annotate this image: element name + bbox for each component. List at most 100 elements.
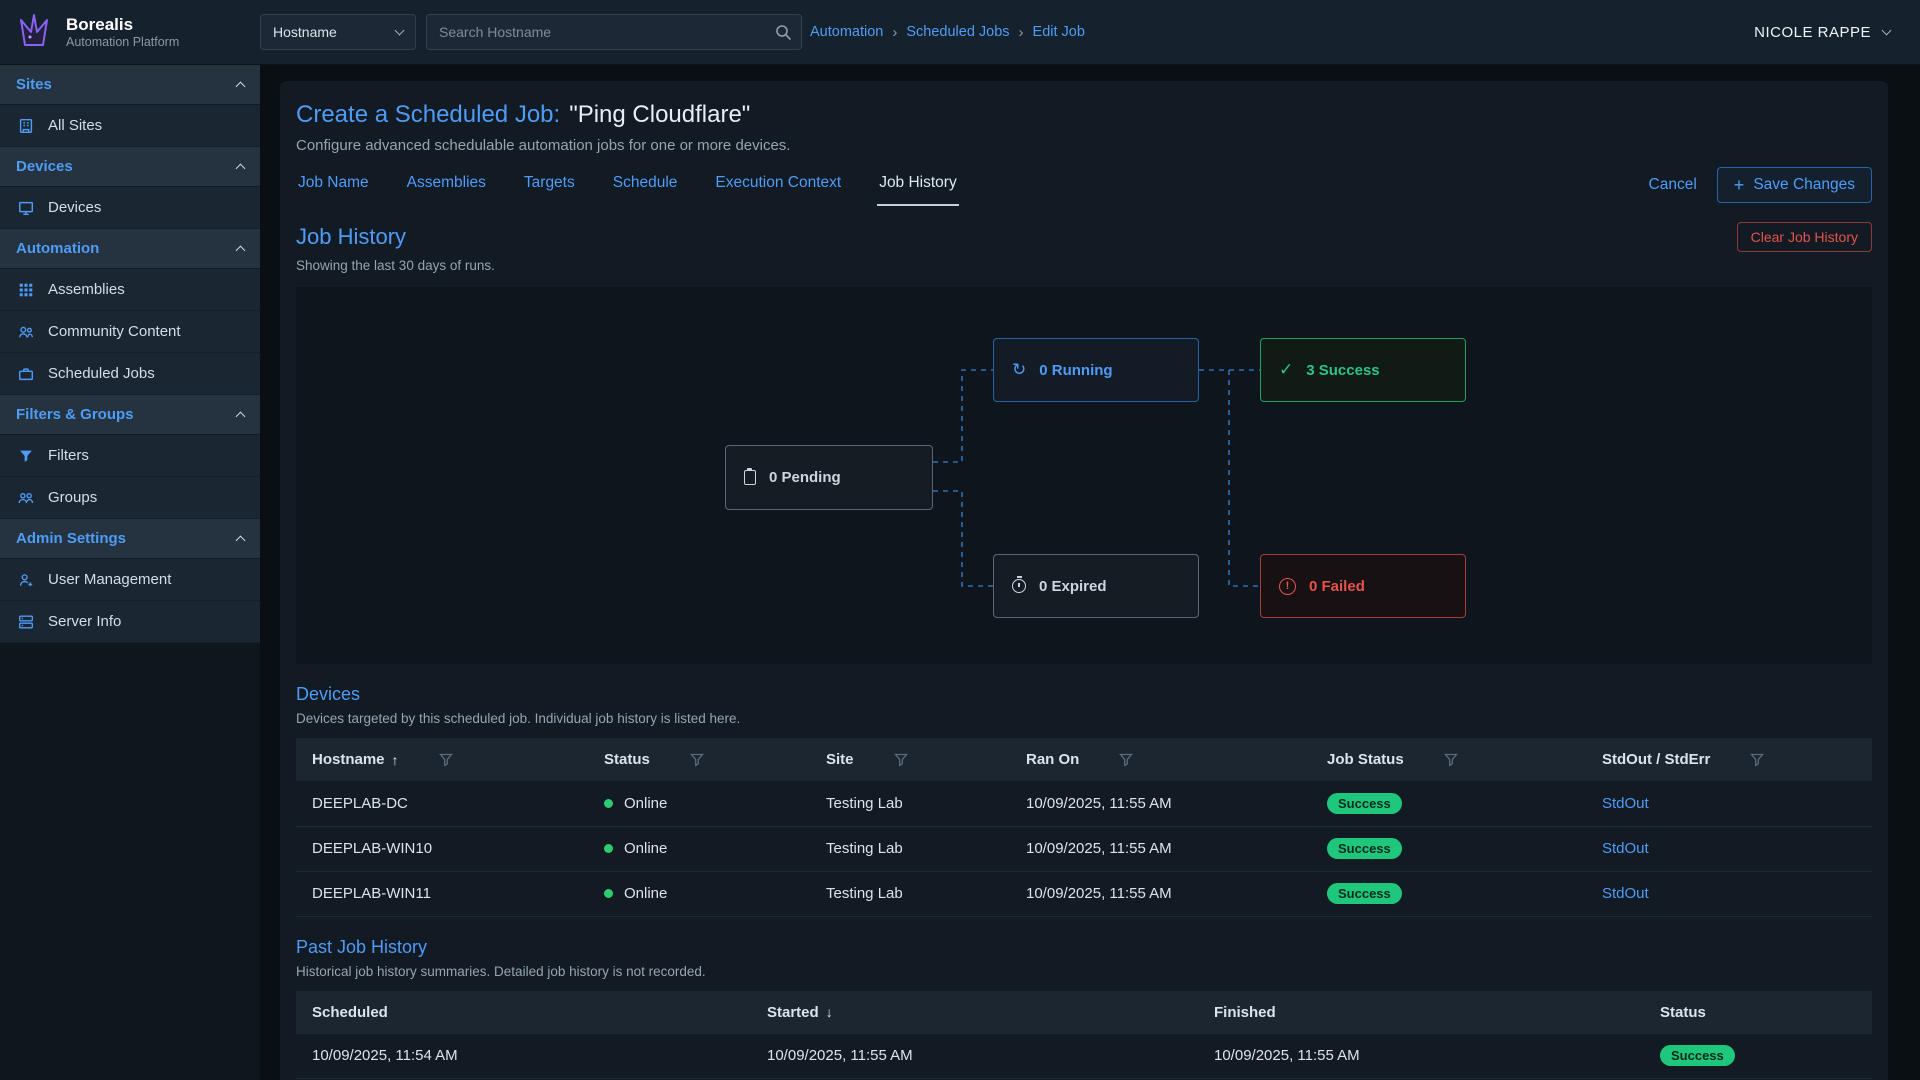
status-badge: Success — [1327, 838, 1402, 859]
filter-icon — [17, 447, 35, 465]
main-content: Create a Scheduled Job:"Ping Cloudflare"… — [260, 65, 1920, 1080]
stdout-link[interactable]: StdOut — [1602, 885, 1649, 902]
tab-job-name[interactable]: Job Name — [296, 164, 371, 206]
sidebar-item-scheduled-jobs[interactable]: Scheduled Jobs — [0, 353, 260, 395]
col-job-status[interactable]: Job Status — [1311, 738, 1586, 781]
hostname-select[interactable]: Hostname — [260, 14, 416, 50]
running-node: ↻ 0 Running — [993, 338, 1199, 402]
tab-targets[interactable]: Targets — [522, 164, 577, 206]
breadcrumb-scheduled-jobs[interactable]: Scheduled Jobs — [906, 24, 1009, 40]
cell-scheduled: 10/09/2025, 11:54 AM — [296, 1034, 751, 1079]
table-row: 10/09/2025, 11:54 AM 10/09/2025, 11:55 A… — [296, 1034, 1872, 1079]
sidebar-item-groups[interactable]: Groups — [0, 477, 260, 519]
col-ran-on[interactable]: Ran On — [1010, 738, 1311, 781]
breadcrumb-separator: › — [892, 24, 897, 41]
status-badge: Success — [1327, 793, 1402, 814]
server-icon — [17, 613, 35, 631]
col-label: StdOut / StdErr — [1602, 751, 1710, 768]
filter-icon[interactable] — [1444, 753, 1458, 767]
sidebar-item-assemblies[interactable]: Assemblies — [0, 269, 260, 311]
sidebar-item-label: Community Content — [48, 323, 181, 340]
devices-caption: Devices targeted by this scheduled job. … — [296, 711, 1872, 726]
sidebar-item-label: Server Info — [48, 613, 121, 630]
col-label: Hostname — [312, 751, 385, 768]
col-site[interactable]: Site — [810, 738, 1010, 781]
refresh-icon: ↻ — [1012, 360, 1026, 380]
cell-site: Testing Lab — [810, 871, 1010, 916]
chevron-down-icon — [1882, 25, 1892, 35]
col-scheduled[interactable]: Scheduled — [296, 991, 751, 1034]
tab-job-history[interactable]: Job History — [877, 164, 959, 206]
cell-site: Testing Lab — [810, 826, 1010, 871]
devices-header-row: Hostname ↑ Status Site — [296, 738, 1872, 781]
filter-icon[interactable] — [690, 753, 704, 767]
col-stdout[interactable]: StdOut / StdErr — [1586, 738, 1872, 781]
user-menu[interactable]: NICOLE RAPPE — [1754, 24, 1890, 41]
tab-execution-context[interactable]: Execution Context — [713, 164, 843, 206]
table-row: DEEPLAB-WIN10 Online Testing Lab 10/09/2… — [296, 826, 1872, 871]
cell-stdout: StdOut — [1586, 871, 1872, 916]
chevron-down-icon — [395, 25, 405, 35]
breadcrumb-automation[interactable]: Automation — [810, 24, 883, 40]
sidebar-section-devices[interactable]: Devices — [0, 147, 260, 187]
section-label: Filters & Groups — [16, 406, 134, 423]
sidebar-item-server-info[interactable]: Server Info — [0, 601, 260, 643]
sidebar-item-user-management[interactable]: User Management — [0, 559, 260, 601]
col-label: Site — [826, 751, 854, 768]
breadcrumb-edit-job[interactable]: Edit Job — [1033, 24, 1085, 40]
col-started[interactable]: Started ↓ — [751, 991, 1198, 1034]
sidebar-item-devices[interactable]: Devices — [0, 187, 260, 229]
sidebar-section-automation[interactable]: Automation — [0, 229, 260, 269]
cell-job-status: Success — [1311, 781, 1586, 826]
sidebar-section-sites[interactable]: Sites — [0, 65, 260, 105]
cell-status: Online — [588, 826, 810, 871]
clipboard-icon — [744, 470, 756, 485]
cell-ran-on: 10/09/2025, 11:55 AM — [1010, 826, 1311, 871]
filter-icon[interactable] — [1750, 753, 1764, 767]
col-status[interactable]: Status — [1644, 991, 1872, 1034]
filter-icon[interactable] — [439, 753, 453, 767]
sidebar-section-filters-groups[interactable]: Filters & Groups — [0, 395, 260, 435]
brand-subtitle: Automation Platform — [66, 35, 179, 49]
col-status[interactable]: Status — [588, 738, 810, 781]
tab-schedule[interactable]: Schedule — [611, 164, 680, 206]
sidebar-item-filters[interactable]: Filters — [0, 435, 260, 477]
sidebar-item-label: All Sites — [48, 117, 102, 134]
stdout-link[interactable]: StdOut — [1602, 795, 1649, 812]
save-changes-button[interactable]: + Save Changes — [1717, 167, 1872, 203]
running-label: 0 Running — [1039, 362, 1112, 379]
section-label: Sites — [16, 76, 52, 93]
online-dot — [604, 889, 613, 898]
filter-icon[interactable] — [894, 753, 908, 767]
col-hostname[interactable]: Hostname ↑ — [296, 738, 588, 781]
job-flow-diagram: 0 Pending ↻ 0 Running ✓ 3 Success 0 Expi… — [296, 287, 1872, 664]
past-history-table: Scheduled Started ↓ Finished Status — [296, 991, 1872, 1080]
success-label: 3 Success — [1306, 362, 1379, 379]
tabs-row: Job Name Assemblies Targets Schedule Exe… — [296, 164, 1872, 206]
chevron-up-icon — [236, 412, 246, 422]
cell-site: Testing Lab — [810, 781, 1010, 826]
online-dot — [604, 799, 613, 808]
clear-job-history-button[interactable]: Clear Job History — [1737, 222, 1872, 252]
page-title-prefix: Create a Scheduled Job: — [296, 101, 560, 128]
sort-asc-icon: ↑ — [392, 752, 399, 768]
cell-job-status: Success — [1311, 871, 1586, 916]
filter-icon[interactable] — [1119, 753, 1133, 767]
sidebar-item-label: User Management — [48, 571, 171, 588]
sidebar-section-admin-settings[interactable]: Admin Settings — [0, 519, 260, 559]
cell-ran-on: 10/09/2025, 11:55 AM — [1010, 871, 1311, 916]
job-history-heading: Job History — [296, 224, 406, 250]
cell-ran-on: 10/09/2025, 11:55 AM — [1010, 781, 1311, 826]
grid-icon — [17, 281, 35, 299]
sort-desc-icon: ↓ — [826, 1004, 833, 1020]
col-finished[interactable]: Finished — [1198, 991, 1644, 1034]
sidebar-item-all-sites[interactable]: All Sites — [0, 105, 260, 147]
cancel-button[interactable]: Cancel — [1649, 176, 1697, 194]
stdout-link[interactable]: StdOut — [1602, 840, 1649, 857]
search-icon[interactable] — [774, 23, 792, 41]
failed-node: ! 0 Failed — [1260, 554, 1466, 618]
brand-name: Borealis — [66, 15, 179, 35]
sidebar-item-community-content[interactable]: Community Content — [0, 311, 260, 353]
search-input[interactable] — [426, 14, 802, 50]
tab-assemblies[interactable]: Assemblies — [405, 164, 488, 206]
